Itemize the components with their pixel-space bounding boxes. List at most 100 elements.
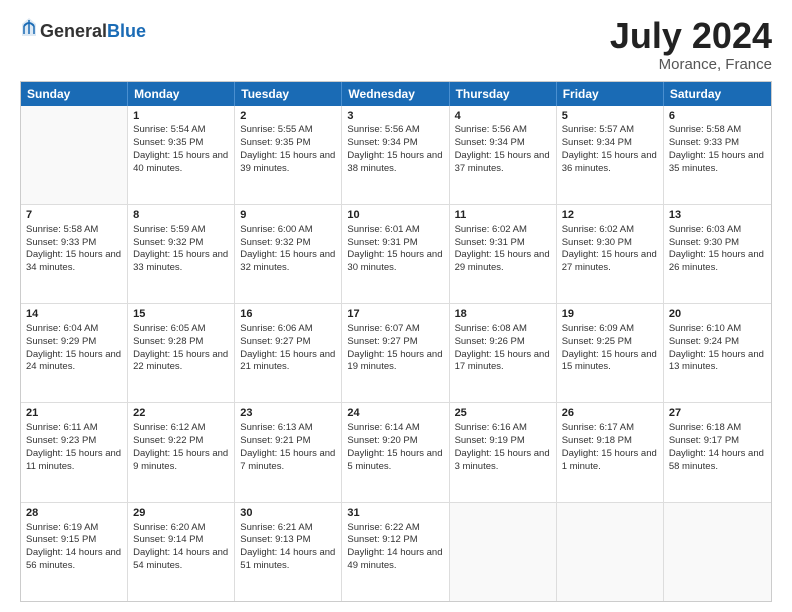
calendar-cell: 28Sunrise: 6:19 AMSunset: 9:15 PMDayligh…: [21, 503, 128, 601]
sunrise-text: Sunrise: 6:14 AM: [347, 422, 443, 435]
day-number: 14: [26, 307, 122, 322]
daylight-text: Daylight: 15 hours and 17 minutes.: [455, 349, 551, 375]
calendar-cell: 24Sunrise: 6:14 AMSunset: 9:20 PMDayligh…: [342, 403, 449, 501]
calendar-row: 1Sunrise: 5:54 AMSunset: 9:35 PMDaylight…: [21, 106, 771, 205]
calendar-cell: 2Sunrise: 5:55 AMSunset: 9:35 PMDaylight…: [235, 106, 342, 204]
daylight-text: Daylight: 15 hours and 5 minutes.: [347, 448, 443, 474]
sunrise-text: Sunrise: 6:10 AM: [669, 323, 766, 336]
daylight-text: Daylight: 15 hours and 40 minutes.: [133, 150, 229, 176]
calendar-cell: 19Sunrise: 6:09 AMSunset: 9:25 PMDayligh…: [557, 304, 664, 402]
sunset-text: Sunset: 9:20 PM: [347, 435, 443, 448]
sunset-text: Sunset: 9:32 PM: [240, 237, 336, 250]
calendar: Sunday Monday Tuesday Wednesday Thursday…: [20, 81, 772, 602]
daylight-text: Daylight: 15 hours and 36 minutes.: [562, 150, 658, 176]
day-number: 21: [26, 406, 122, 421]
sunrise-text: Sunrise: 6:18 AM: [669, 422, 766, 435]
calendar-cell: 27Sunrise: 6:18 AMSunset: 9:17 PMDayligh…: [664, 403, 771, 501]
calendar-cell: 16Sunrise: 6:06 AMSunset: 9:27 PMDayligh…: [235, 304, 342, 402]
calendar-cell: 21Sunrise: 6:11 AMSunset: 9:23 PMDayligh…: [21, 403, 128, 501]
calendar-cell: 5Sunrise: 5:57 AMSunset: 9:34 PMDaylight…: [557, 106, 664, 204]
day-number: 28: [26, 506, 122, 521]
daylight-text: Daylight: 15 hours and 34 minutes.: [26, 249, 122, 275]
sunset-text: Sunset: 9:33 PM: [26, 237, 122, 250]
day-number: 1: [133, 109, 229, 124]
sunrise-text: Sunrise: 6:21 AM: [240, 522, 336, 535]
sunset-text: Sunset: 9:30 PM: [669, 237, 766, 250]
calendar-cell: 14Sunrise: 6:04 AMSunset: 9:29 PMDayligh…: [21, 304, 128, 402]
location: Morance, France: [610, 56, 772, 73]
sunrise-text: Sunrise: 5:59 AM: [133, 224, 229, 237]
calendar-cell: 17Sunrise: 6:07 AMSunset: 9:27 PMDayligh…: [342, 304, 449, 402]
daylight-text: Daylight: 15 hours and 29 minutes.: [455, 249, 551, 275]
daylight-text: Daylight: 15 hours and 32 minutes.: [240, 249, 336, 275]
sunrise-text: Sunrise: 6:16 AM: [455, 422, 551, 435]
header-friday: Friday: [557, 82, 664, 106]
day-number: 18: [455, 307, 551, 322]
day-number: 15: [133, 307, 229, 322]
sunrise-text: Sunrise: 6:02 AM: [562, 224, 658, 237]
calendar-row: 14Sunrise: 6:04 AMSunset: 9:29 PMDayligh…: [21, 304, 771, 403]
sunset-text: Sunset: 9:30 PM: [562, 237, 658, 250]
sunset-text: Sunset: 9:32 PM: [133, 237, 229, 250]
calendar-row: 7Sunrise: 5:58 AMSunset: 9:33 PMDaylight…: [21, 205, 771, 304]
sunrise-text: Sunrise: 6:05 AM: [133, 323, 229, 336]
sunset-text: Sunset: 9:17 PM: [669, 435, 766, 448]
daylight-text: Daylight: 15 hours and 19 minutes.: [347, 349, 443, 375]
day-number: 3: [347, 109, 443, 124]
daylight-text: Daylight: 14 hours and 49 minutes.: [347, 547, 443, 573]
calendar-cell: 9Sunrise: 6:00 AMSunset: 9:32 PMDaylight…: [235, 205, 342, 303]
sunset-text: Sunset: 9:31 PM: [347, 237, 443, 250]
calendar-cell: 20Sunrise: 6:10 AMSunset: 9:24 PMDayligh…: [664, 304, 771, 402]
day-number: 16: [240, 307, 336, 322]
day-number: 9: [240, 208, 336, 223]
day-number: 4: [455, 109, 551, 124]
calendar-cell: 29Sunrise: 6:20 AMSunset: 9:14 PMDayligh…: [128, 503, 235, 601]
sunset-text: Sunset: 9:27 PM: [240, 336, 336, 349]
sunset-text: Sunset: 9:34 PM: [455, 137, 551, 150]
sunrise-text: Sunrise: 5:58 AM: [669, 124, 766, 137]
sunrise-text: Sunrise: 6:22 AM: [347, 522, 443, 535]
logo-icon: [20, 16, 38, 38]
daylight-text: Daylight: 15 hours and 33 minutes.: [133, 249, 229, 275]
month-title: July 2024: [610, 16, 772, 56]
sunrise-text: Sunrise: 5:55 AM: [240, 124, 336, 137]
daylight-text: Daylight: 14 hours and 51 minutes.: [240, 547, 336, 573]
day-number: 2: [240, 109, 336, 124]
daylight-text: Daylight: 15 hours and 27 minutes.: [562, 249, 658, 275]
sunset-text: Sunset: 9:34 PM: [347, 137, 443, 150]
sunrise-text: Sunrise: 5:54 AM: [133, 124, 229, 137]
sunset-text: Sunset: 9:21 PM: [240, 435, 336, 448]
header-sunday: Sunday: [21, 82, 128, 106]
daylight-text: Daylight: 15 hours and 15 minutes.: [562, 349, 658, 375]
daylight-text: Daylight: 15 hours and 22 minutes.: [133, 349, 229, 375]
day-number: 11: [455, 208, 551, 223]
calendar-cell: 18Sunrise: 6:08 AMSunset: 9:26 PMDayligh…: [450, 304, 557, 402]
sunrise-text: Sunrise: 6:20 AM: [133, 522, 229, 535]
sunrise-text: Sunrise: 6:03 AM: [669, 224, 766, 237]
sunrise-text: Sunrise: 5:56 AM: [347, 124, 443, 137]
logo-blue: Blue: [107, 22, 146, 40]
sunset-text: Sunset: 9:34 PM: [562, 137, 658, 150]
calendar-cell: 10Sunrise: 6:01 AMSunset: 9:31 PMDayligh…: [342, 205, 449, 303]
header-wednesday: Wednesday: [342, 82, 449, 106]
sunrise-text: Sunrise: 6:00 AM: [240, 224, 336, 237]
daylight-text: Daylight: 15 hours and 3 minutes.: [455, 448, 551, 474]
daylight-text: Daylight: 15 hours and 35 minutes.: [669, 150, 766, 176]
sunrise-text: Sunrise: 6:12 AM: [133, 422, 229, 435]
daylight-text: Daylight: 15 hours and 39 minutes.: [240, 150, 336, 176]
sunrise-text: Sunrise: 5:58 AM: [26, 224, 122, 237]
sunset-text: Sunset: 9:29 PM: [26, 336, 122, 349]
calendar-cell: 23Sunrise: 6:13 AMSunset: 9:21 PMDayligh…: [235, 403, 342, 501]
header-tuesday: Tuesday: [235, 82, 342, 106]
sunrise-text: Sunrise: 6:11 AM: [26, 422, 122, 435]
calendar-cell: 22Sunrise: 6:12 AMSunset: 9:22 PMDayligh…: [128, 403, 235, 501]
daylight-text: Daylight: 15 hours and 30 minutes.: [347, 249, 443, 275]
day-number: 27: [669, 406, 766, 421]
sunset-text: Sunset: 9:24 PM: [669, 336, 766, 349]
calendar-cell: 7Sunrise: 5:58 AMSunset: 9:33 PMDaylight…: [21, 205, 128, 303]
logo-general: General: [40, 22, 107, 40]
calendar-cell: 30Sunrise: 6:21 AMSunset: 9:13 PMDayligh…: [235, 503, 342, 601]
calendar-header: Sunday Monday Tuesday Wednesday Thursday…: [21, 82, 771, 106]
daylight-text: Daylight: 14 hours and 58 minutes.: [669, 448, 766, 474]
day-number: 13: [669, 208, 766, 223]
